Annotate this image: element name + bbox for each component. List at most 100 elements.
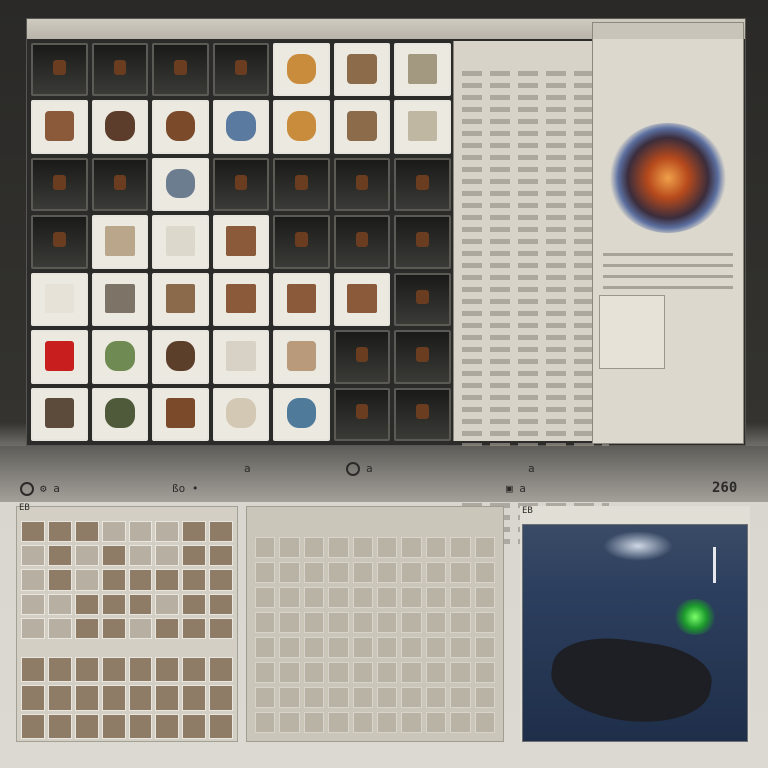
material-swatch[interactable] — [74, 521, 99, 543]
material-swatch[interactable] — [209, 685, 233, 711]
material-swatch[interactable] — [182, 569, 207, 591]
material-swatch[interactable] — [128, 545, 153, 567]
thumbnail[interactable] — [212, 272, 270, 327]
material-swatch[interactable] — [74, 569, 99, 591]
thumbnail[interactable] — [91, 387, 149, 441]
material-swatch[interactable] — [47, 685, 72, 711]
material-swatch[interactable] — [155, 521, 180, 543]
thumbnail[interactable] — [152, 387, 209, 441]
material-swatch[interactable] — [101, 569, 126, 591]
material-swatch[interactable] — [47, 545, 72, 567]
thumbnail[interactable] — [91, 43, 149, 97]
thumbnail[interactable] — [31, 330, 88, 384]
material-swatch[interactable] — [47, 593, 72, 615]
material-swatch[interactable] — [182, 657, 207, 683]
material-swatch[interactable] — [155, 617, 180, 639]
thumbnail[interactable] — [212, 157, 270, 212]
thumbnail[interactable] — [152, 157, 209, 212]
material-swatch[interactable] — [21, 685, 45, 711]
thumbnail[interactable] — [394, 387, 451, 441]
thumbnail[interactable] — [273, 100, 330, 154]
thumbnail[interactable] — [273, 330, 330, 384]
thumbnail[interactable] — [273, 215, 330, 269]
material-swatch[interactable] — [209, 617, 233, 639]
3d-viewport[interactable] — [522, 524, 748, 742]
material-swatch[interactable] — [182, 593, 207, 615]
material-swatch[interactable] — [128, 713, 153, 739]
material-swatch[interactable] — [74, 617, 99, 639]
material-swatch[interactable] — [21, 521, 45, 543]
selected-object-glow[interactable] — [673, 599, 717, 635]
thumbnail[interactable] — [394, 100, 451, 154]
thumbnail[interactable] — [91, 100, 149, 154]
thumbnail[interactable] — [152, 215, 209, 269]
material-swatch[interactable] — [74, 545, 99, 567]
material-swatch[interactable] — [101, 617, 126, 639]
material-swatch[interactable] — [182, 521, 207, 543]
material-swatch[interactable] — [128, 657, 153, 683]
thumbnail[interactable] — [31, 43, 88, 97]
material-swatch[interactable] — [101, 685, 126, 711]
thumbnail[interactable] — [333, 215, 391, 269]
material-swatch[interactable] — [209, 521, 233, 543]
material-swatch[interactable] — [155, 657, 180, 683]
material-swatch[interactable] — [155, 569, 180, 591]
thumbnail[interactable] — [273, 157, 330, 212]
material-swatch[interactable] — [101, 545, 126, 567]
material-swatch[interactable] — [47, 713, 72, 739]
thumbnail[interactable] — [91, 272, 149, 327]
material-swatch[interactable] — [101, 593, 126, 615]
material-swatch[interactable] — [74, 657, 99, 683]
thumbnail[interactable] — [333, 330, 391, 384]
thumbnail[interactable] — [31, 387, 88, 441]
material-swatch[interactable] — [182, 685, 207, 711]
thumbnail[interactable] — [152, 330, 209, 384]
material-swatch[interactable] — [47, 657, 72, 683]
material-swatch[interactable] — [209, 593, 233, 615]
material-swatch[interactable] — [101, 521, 126, 543]
thumbnail[interactable] — [91, 330, 149, 384]
thumbnail[interactable] — [394, 215, 451, 269]
material-swatch[interactable] — [101, 657, 126, 683]
material-swatch[interactable] — [74, 593, 99, 615]
material-swatch[interactable] — [128, 569, 153, 591]
material-swatch[interactable] — [21, 569, 45, 591]
material-swatch[interactable] — [47, 617, 72, 639]
thumbnail[interactable] — [152, 43, 209, 97]
settings-icon[interactable] — [20, 482, 34, 496]
thumbnail[interactable] — [394, 157, 451, 212]
thumbnail[interactable] — [212, 43, 270, 97]
thumbnail[interactable] — [394, 272, 451, 327]
thumbnail[interactable] — [91, 215, 149, 269]
thumbnail[interactable] — [333, 272, 391, 327]
material-swatch[interactable] — [128, 617, 153, 639]
thumbnail[interactable] — [333, 157, 391, 212]
material-swatch[interactable] — [155, 545, 180, 567]
material-swatch[interactable] — [155, 593, 180, 615]
thumbnail[interactable] — [212, 387, 270, 441]
material-swatch[interactable] — [155, 713, 180, 739]
material-swatch[interactable] — [74, 685, 99, 711]
thumbnail[interactable] — [152, 100, 209, 154]
material-swatch[interactable] — [21, 713, 45, 739]
material-swatch[interactable] — [21, 657, 45, 683]
thumbnail[interactable] — [394, 43, 451, 97]
material-swatch[interactable] — [128, 685, 153, 711]
thumbnail[interactable] — [212, 100, 270, 154]
material-swatch[interactable] — [209, 657, 233, 683]
thumbnail[interactable] — [91, 157, 149, 212]
material-swatch[interactable] — [128, 521, 153, 543]
material-swatch[interactable] — [21, 617, 45, 639]
rock-mesh[interactable] — [546, 630, 716, 732]
material-swatch[interactable] — [155, 685, 180, 711]
thumbnail[interactable] — [273, 387, 330, 441]
material-swatch[interactable] — [21, 593, 45, 615]
thumbnail[interactable] — [31, 215, 88, 269]
thumbnail[interactable] — [273, 272, 330, 327]
material-swatch[interactable] — [101, 713, 126, 739]
material-swatch[interactable] — [182, 617, 207, 639]
material-swatch[interactable] — [47, 521, 72, 543]
material-swatch[interactable] — [128, 593, 153, 615]
thumbnail[interactable] — [333, 100, 391, 154]
material-swatch[interactable] — [209, 713, 233, 739]
